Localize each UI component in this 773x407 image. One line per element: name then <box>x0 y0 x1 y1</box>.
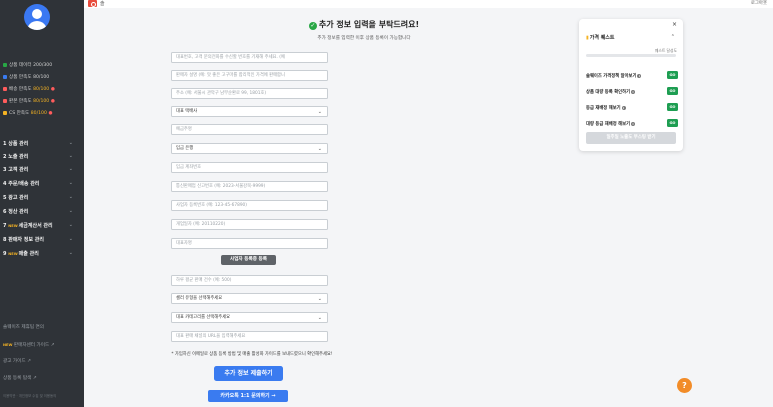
sidebar-item-customers[interactable]: 3 고객 관리 ⌄ <box>3 166 79 173</box>
price-quest-panel: × ▮가격 퀘스트 ⌃ 퀘스트 달성도 솔웨이즈 가격정책 알아보기 i GO 상품… <box>579 19 683 151</box>
business-cert-upload-button[interactable]: 사업자 등록증 등록 <box>221 255 276 265</box>
sidebar-item-tax-invoice[interactable]: 7 NEW세금계산서 관리 ⌄ <box>3 222 79 229</box>
close-icon[interactable]: × <box>672 21 677 28</box>
check-circle-icon: ✓ <box>308 21 317 30</box>
avatar-body <box>27 21 47 30</box>
seller-guide-link[interactable]: NEW 판매자센터 가이드 ↗ <box>3 342 55 348</box>
logo-icon[interactable] <box>88 0 97 7</box>
ecommerce-license-input[interactable]: 통신판매업 신고번호 (예: 2023-서울강북-9999) <box>171 181 328 192</box>
stat-dot-icon <box>3 62 7 67</box>
guide-notice: * 가입하신 이메일로 상품 등록 방법 및 매출 활성화 가이드를 보내드렸으… <box>171 352 333 357</box>
chevron-down-icon: ⌄ <box>68 166 73 172</box>
chevron-down-icon: ⌄ <box>68 250 73 256</box>
partnership-meeting-link[interactable]: 솔웨이즈 제휴팀 면의 <box>3 324 44 330</box>
quest-go-button[interactable]: GO <box>667 119 678 127</box>
info-icon[interactable]: i <box>637 73 642 78</box>
stat-return-satisfaction: 판본 만족도 80/100 ● <box>3 98 55 104</box>
ad-guide-link[interactable]: 광고 가이드 ↗ <box>3 358 31 364</box>
quest-progress-bar <box>586 54 676 57</box>
info-icon[interactable]: i <box>631 89 636 94</box>
chevron-down-icon: ⌄ <box>317 315 322 321</box>
avatar[interactable] <box>24 4 50 30</box>
lightbulb-icon: ▮ <box>586 35 589 41</box>
stat-product-data: 상품 데이터 200/300 <box>3 62 52 68</box>
chevron-down-icon: ⌄ <box>68 180 73 186</box>
submit-button[interactable]: 추가 정보 제출하기 <box>214 366 283 381</box>
stat-dot-icon <box>3 110 7 115</box>
quest-item: 상품 대량 등록 확인하기 i GO <box>586 87 678 95</box>
address-input[interactable]: 주소 (예: 서울시 관악구 남부순환로 99, 1801호) <box>171 88 328 99</box>
chevron-down-icon: ⌄ <box>317 109 322 115</box>
info-icon[interactable]: i <box>621 105 626 110</box>
top-bar: 솔 로그아웃 <box>84 0 773 8</box>
stat-dot-icon <box>3 86 7 91</box>
sidebar-item-exposure[interactable]: 2 노출 관리 ⌄ <box>3 153 79 160</box>
stat-product-satisfaction: 상품 만족도 80/100 <box>3 74 49 80</box>
quest-go-button[interactable]: GO <box>667 87 678 95</box>
sidebar-item-products[interactable]: 1 상품 관리 ⌄ <box>3 140 79 147</box>
category-select[interactable]: 대표 카테고리를 선택해주세요 ⌄ <box>171 312 328 323</box>
boost-exposure-button[interactable]: 일주일 노출도 부스팅 받기 <box>586 132 676 144</box>
chevron-down-icon: ⌄ <box>68 208 73 214</box>
upload-guide-link[interactable]: 상품 등록 탐색 ↗ <box>3 375 37 381</box>
courier-select[interactable]: 대표 택배사 ⌄ <box>171 106 328 117</box>
stat-dot-icon <box>3 98 7 103</box>
chevron-down-icon: ⌄ <box>68 140 73 146</box>
quest-item: 등급 재배정 해보기 i GO <box>586 103 678 111</box>
quest-item: 솔웨이즈 가격정책 알아보기 i GO <box>586 71 678 79</box>
sidebar-item-ads[interactable]: 5 광고 관리 ⌄ <box>3 194 79 201</box>
stat-dot-icon <box>3 74 7 79</box>
legal-links[interactable]: 이용약관 · 개인정보 수집 및 이용동의 <box>3 393 56 398</box>
representative-input[interactable]: 대표자명 <box>171 238 328 249</box>
stat-delivery-satisfaction: 배송 만족도 80/100 ● <box>3 86 55 92</box>
page-subtitle: 추가 정보를 입력한 이후 상품 등록이 가능합니다 <box>317 36 411 41</box>
business-number-input[interactable]: 사업자 등록번호 (예: 123-45-67890) <box>171 200 328 211</box>
chevron-down-icon: ⌄ <box>68 153 73 159</box>
sales-channel-url-input[interactable]: 대표 판매 채널의 URL을 입력해주세요 <box>171 331 328 342</box>
seller-description-input[interactable]: 판매자 설명 (예: 맛 좋은 고구마를 합리적인 가격에 판매합니 <box>171 70 328 81</box>
avatar-head <box>32 9 42 19</box>
daily-orders-input[interactable]: 하루 평균 판매 건수 (예: 500) <box>171 275 328 286</box>
info-icon[interactable]: i <box>631 121 636 126</box>
sidebar-item-sales[interactable]: 9 NEW매출 관리 ⌄ <box>3 250 79 257</box>
logo-text: 솔 <box>100 1 105 7</box>
sidebar-item-settlement[interactable]: 6 정산 관리 ⌄ <box>3 208 79 215</box>
sidebar-item-orders[interactable]: 4 주문/배송 관리 ⌄ <box>3 180 79 187</box>
quest-go-button[interactable]: GO <box>667 71 678 79</box>
bank-select[interactable]: 입금 은행 ⌄ <box>171 143 328 154</box>
chevron-down-icon: ⌄ <box>317 296 322 302</box>
account-holder-input[interactable]: 예금주명 <box>171 124 328 135</box>
sidebar: 상품 데이터 200/300 상품 만족도 80/100 배송 만족도 80/1… <box>0 0 84 407</box>
chevron-down-icon: ⌄ <box>68 194 73 200</box>
sidebar-item-seller-info[interactable]: 8 판매자 정보 관리 ⌄ <box>3 236 79 243</box>
open-date-input[interactable]: 개업일자 (예: 20110220) <box>171 219 328 230</box>
panel-title: ▮가격 퀘스트 <box>586 35 615 41</box>
page-title: ✓ 추가 정보 입력을 부탁드려요! <box>308 20 420 30</box>
phone-input[interactable]: 대표번호, 고객 문의전화를 수신할 번호를 기재해 주세요. (예 <box>171 52 328 63</box>
chevron-down-icon: ⌄ <box>317 146 322 152</box>
seller-type-select[interactable]: 셀러 유형을 선택해주세요 ⌄ <box>171 293 328 304</box>
chevron-down-icon: ⌄ <box>68 222 73 228</box>
quest-item: 대량 등급 재배정 해보기 i GO <box>586 119 678 127</box>
logout-link[interactable]: 로그아웃 <box>751 0 767 6</box>
chevron-up-icon[interactable]: ⌃ <box>671 34 675 40</box>
help-icon[interactable]: ? <box>677 378 692 393</box>
account-number-input[interactable]: 입금 계좌번호 <box>171 162 328 173</box>
quest-go-button[interactable]: GO <box>667 103 678 111</box>
kakao-inquiry-button[interactable]: 카카오톡 1:1 문의하기 → <box>208 390 288 402</box>
chevron-down-icon: ⌄ <box>68 236 73 242</box>
stat-cs-satisfaction: CS 만족도 80/100 ● <box>3 110 52 116</box>
